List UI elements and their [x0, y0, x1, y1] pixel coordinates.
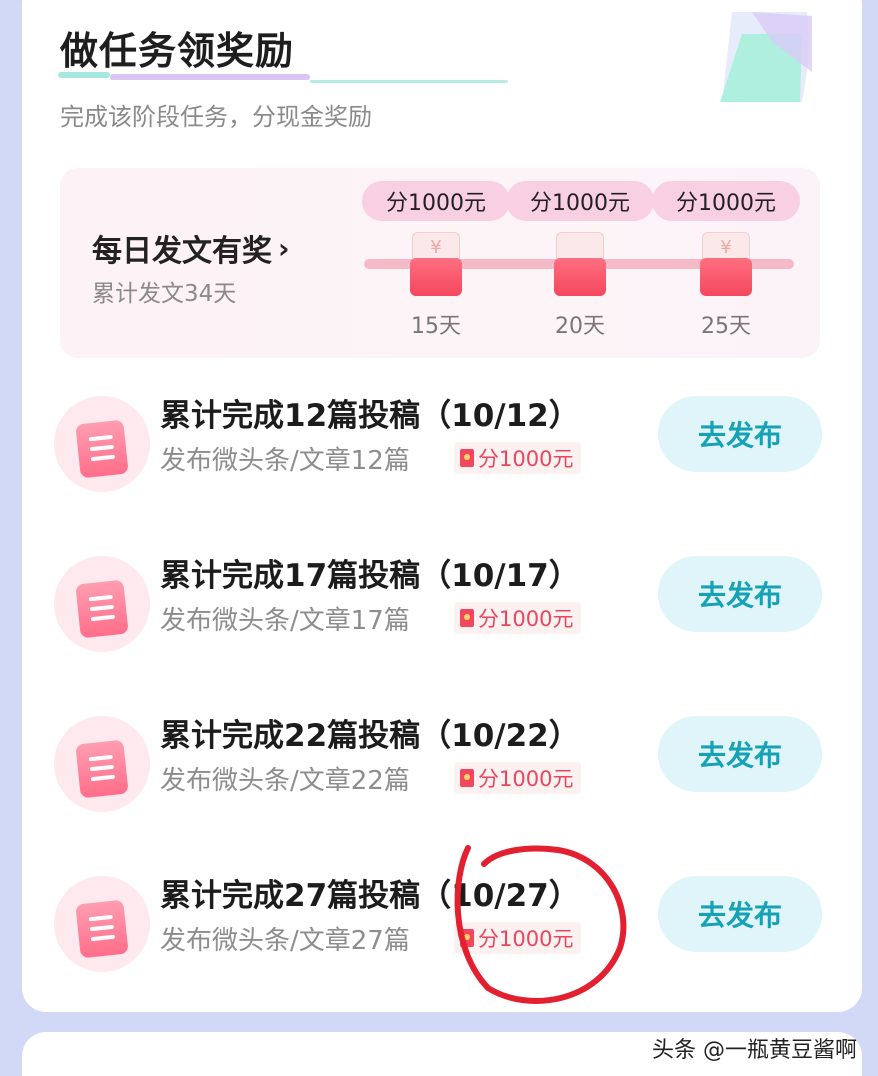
milestone-reward: 分1000元	[506, 181, 654, 221]
publish-button[interactable]: 去发布	[658, 556, 822, 632]
red-envelope-icon	[460, 449, 474, 467]
task-title: 累计完成17篇投稿（10/17）	[160, 558, 580, 594]
task-reward: 分1000元	[478, 767, 574, 791]
milestone-day: 25天	[701, 314, 751, 339]
task-card	[22, 0, 862, 1012]
red-envelope-icon	[460, 929, 474, 947]
task-desc: 发布微头条/文章27篇	[160, 926, 410, 956]
red-envelope-icon	[554, 232, 606, 296]
task-reward-badge: 分1000元	[454, 602, 582, 634]
task-reward: 分1000元	[478, 607, 574, 631]
task-item: 累计完成22篇投稿（10/22） 发布微头条/文章22篇 分1000元 去发布	[54, 710, 834, 812]
milestone-reward: 分1000元	[652, 181, 800, 221]
watermark: 头条 @一瓶黄豆酱啊	[652, 1038, 857, 1063]
milestone-day: 15天	[411, 314, 461, 339]
task-reward-badge: 分1000元	[454, 442, 582, 474]
red-envelope-icon: ¥	[410, 232, 462, 296]
publish-button[interactable]: 去发布	[658, 876, 822, 952]
task-reward: 分1000元	[478, 447, 574, 471]
task-desc: 发布微头条/文章22篇	[160, 766, 410, 796]
milestone-day: 20天	[555, 314, 605, 339]
task-item: 累计完成17篇投稿（10/17） 发布微头条/文章17篇 分1000元 去发布	[54, 550, 834, 652]
red-envelope-icon	[460, 769, 474, 787]
task-reward-badge: 分1000元	[454, 922, 582, 954]
decoration-graphic	[720, 12, 812, 102]
daily-reward-title: 每日发文有奖	[92, 234, 272, 269]
task-item: 累计完成12篇投稿（10/12） 发布微头条/文章12篇 分1000元 去发布	[54, 390, 834, 492]
red-envelope-icon: ¥	[700, 232, 752, 296]
task-title: 累计完成27篇投稿（10/27）	[160, 878, 580, 914]
publish-button[interactable]: 去发布	[658, 716, 822, 792]
task-item: 累计完成27篇投稿（10/27） 发布微头条/文章27篇 分1000元 去发布	[54, 870, 834, 972]
task-title: 累计完成12篇投稿（10/12）	[160, 398, 580, 434]
section-subtitle: 完成该阶段任务，分现金奖励	[60, 103, 372, 131]
task-reward-badge: 分1000元	[454, 762, 582, 794]
chevron-right-icon: ›	[278, 231, 290, 265]
publish-button[interactable]: 去发布	[658, 396, 822, 472]
red-envelope-icon	[460, 609, 474, 627]
task-desc: 发布微头条/文章12篇	[160, 446, 410, 476]
task-reward: 分1000元	[478, 927, 574, 951]
daily-reward-link[interactable]: 每日发文有奖 ›	[92, 226, 290, 270]
milestone-reward: 分1000元	[362, 181, 510, 221]
daily-progress-text: 累计发文34天	[92, 281, 237, 307]
task-title: 累计完成22篇投稿（10/22）	[160, 718, 580, 754]
task-desc: 发布微头条/文章17篇	[160, 606, 410, 636]
title-underline	[58, 72, 508, 86]
section-title: 做任务领奖励	[60, 29, 295, 73]
